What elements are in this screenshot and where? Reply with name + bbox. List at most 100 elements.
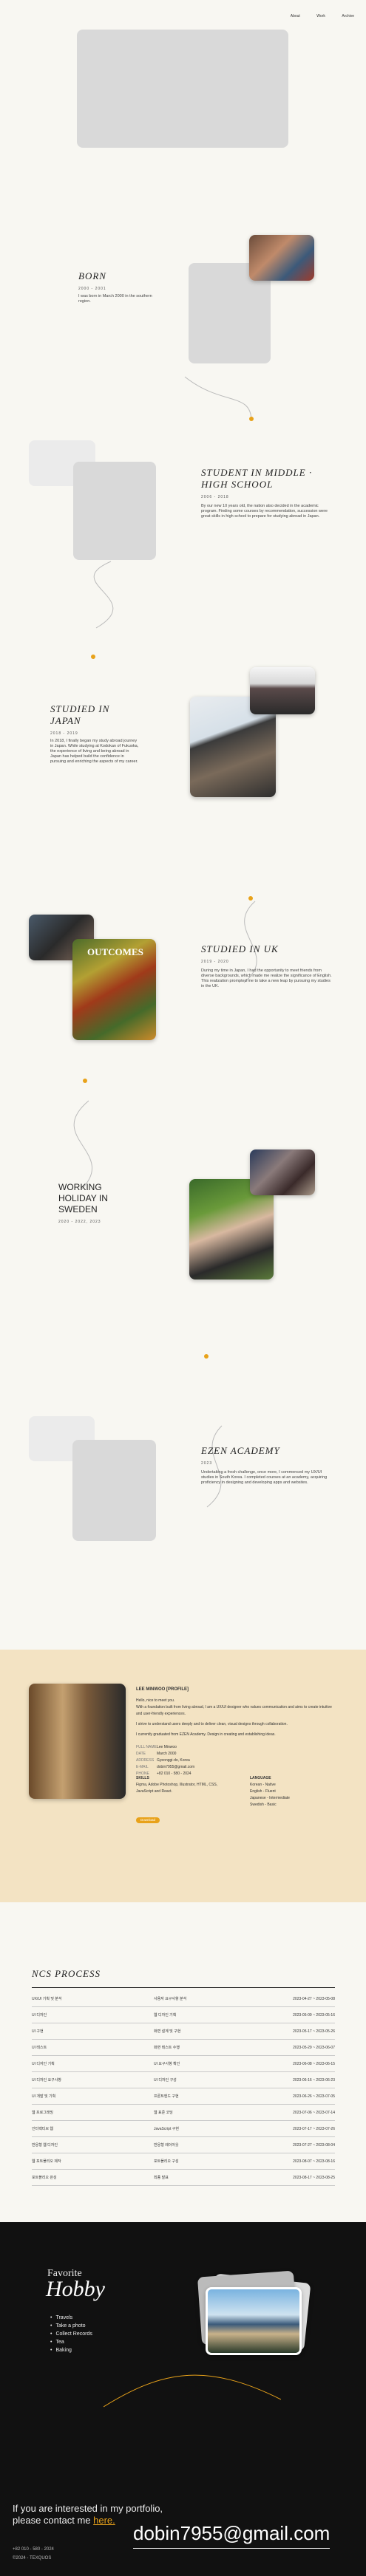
contact-line-1: If you are interested in my portfolio,: [13, 2503, 163, 2514]
japan-title: STUDIED IN JAPAN: [50, 703, 110, 726]
ncs-name: 웹 포트폴리오 제작: [32, 2159, 61, 2164]
ncs-detail: JavaScript 구현: [154, 2127, 179, 2131]
ncs-row: UI 디자인 웹 디자인 기획 2023-05-09 ~ 2023-05-16: [32, 2007, 335, 2023]
uk-date: 2019 - 2020: [201, 960, 229, 964]
ncs-detail: 최종 발표: [154, 2176, 169, 2180]
hobby-big-title: Hobby: [46, 2277, 105, 2301]
profile-field: ADDRESS Gyeonggi-do, Korea: [136, 1758, 190, 1763]
ncs-name: UI 디자인 기획: [32, 2062, 55, 2066]
japan-date: 2018 - 2019: [50, 731, 78, 736]
ncs-name: UI 구현: [32, 2029, 44, 2034]
copyright: ©2024 - TEXQUOS: [13, 2556, 52, 2560]
ncs-date: 2023-06-08 ~ 2023-06-15: [293, 2061, 335, 2066]
ncs-row: UI 디자인 기획 UI 요구사항 확인 2023-06-08 ~ 2023-06-…: [32, 2056, 335, 2072]
contact-here-link[interactable]: here.: [93, 2515, 115, 2526]
timeline-path: [73, 376, 257, 1508]
profile-name: LEE MINWOO [PROFILE]: [136, 1687, 189, 1692]
school-desc: By our new 10 years old, the nation also…: [201, 504, 328, 519]
footer-dark-section: Favorite Hobby Travels Take a photo Coll…: [0, 2222, 366, 2576]
profile-field: DATE March 2000: [136, 1752, 177, 1756]
contact-email[interactable]: dobin7955@gmail.com: [133, 2522, 331, 2549]
ncs-row: 인터랙티브 웹 JavaScript 구현 2023-07-17 ~ 2023-07…: [32, 2121, 335, 2137]
nav-about[interactable]: About: [291, 14, 300, 18]
timeline-dot: [83, 1079, 87, 1083]
hobby-list: Travels Take a photo Collect Records Tea…: [50, 2314, 92, 2354]
contact-phone: +82 010 - 580 - 2024: [13, 2547, 54, 2552]
nav-work[interactable]: Work: [316, 14, 325, 18]
born-title: BORN: [78, 270, 106, 281]
top-nav: About Work Archive: [277, 7, 354, 21]
ncs-row: UI 개발 및 기획 프론트엔드 구현 2023-06-26 ~ 2023-07-0…: [32, 2088, 335, 2105]
ncs-row: 웹 포트폴리오 제작 포트폴리오 구성 2023-08-07 ~ 2023-08-1…: [32, 2153, 335, 2170]
ncs-detail: 사용자 요구사항 분석: [154, 1997, 187, 2001]
language-item: Japanese - Intermediate: [250, 1796, 290, 1800]
school-date: 2006 - 2018: [201, 495, 229, 499]
born-desc: I was born in March 2000 in the southern…: [78, 294, 152, 304]
ncs-name: 인터랙티브 웹: [32, 2127, 53, 2131]
born-photo: [249, 235, 314, 281]
ncs-name: UX/UI 기획 및 분석: [32, 1997, 62, 2001]
ncs-date: 2023-08-17 ~ 2023-08-25: [293, 2175, 335, 2180]
ncs-row: UI 디자인 요구사항 UI 디자인 구성 2023-06-16 ~ 2023-06…: [32, 2072, 335, 2088]
sweden-date: 2020 - 2022, 2023: [58, 1220, 101, 1224]
school-title: STUDENT IN MIDDLE · HIGH SCHOOL: [201, 467, 313, 490]
ncs-detail: 웹 디자인 기획: [154, 2013, 177, 2018]
ezen-date: 2023: [201, 1461, 213, 1466]
ncs-date: 2023-07-27 ~ 2023-08-04: [293, 2142, 335, 2148]
ncs-detail: 웹 표준 코딩: [154, 2111, 173, 2115]
ncs-date: 2023-05-17 ~ 2023-05-26: [293, 2029, 335, 2034]
ncs-row: 반응형 웹 디자인 반응형 레이아웃 2023-07-27 ~ 2023-08-04: [32, 2137, 335, 2153]
ncs-date: 2023-06-26 ~ 2023-07-05: [293, 2094, 335, 2099]
ncs-name: 포트폴리오 완성: [32, 2176, 57, 2180]
ncs-date: 2023-05-09 ~ 2023-05-16: [293, 2012, 335, 2018]
hobby-item: Take a photo: [50, 2322, 92, 2330]
ncs-date: 2023-08-07 ~ 2023-08-16: [293, 2159, 335, 2164]
timeline-dot: [249, 417, 254, 421]
japan-desc: In 2018, I finally began my study abroad…: [50, 739, 139, 764]
language-item: Swedish - Basic: [250, 1803, 277, 1807]
uk-title: STUDIED IN UK: [201, 943, 279, 954]
language-item: English - Fluent: [250, 1789, 276, 1794]
ncs-row: 웹 프로그래밍 웹 표준 코딩 2023-07-06 ~ 2023-07-14: [32, 2105, 335, 2121]
nav-archive[interactable]: Archive: [342, 14, 354, 18]
profile-field: E-MAIL dobin7955@gmail.com: [136, 1765, 195, 1769]
ncs-name: UI 개발 및 기획: [32, 2094, 56, 2099]
ncs-name: UI 디자인 요구사항: [32, 2078, 61, 2083]
ezen-title: EZEN ACADEMY: [201, 1445, 280, 1456]
hobby-item: Baking: [50, 2346, 92, 2354]
ncs-name: UI 테스트: [32, 2046, 47, 2050]
japan-photo-group: [250, 667, 315, 714]
ncs-name: UI 디자인: [32, 2013, 47, 2018]
uk-photo-caption: OUTCOMES: [87, 946, 143, 957]
download-button[interactable]: Download: [136, 1817, 160, 1823]
ncs-row: 포트폴리오 완성 최종 발표 2023-08-17 ~ 2023-08-25: [32, 2170, 335, 2186]
ncs-detail: 포트폴리오 구성: [154, 2159, 179, 2164]
ncs-date: 2023-04-27 ~ 2023-05-08: [293, 1996, 335, 2001]
ncs-detail: 화면 설계 및 구현: [154, 2029, 181, 2034]
signature-curve: [104, 2374, 281, 2408]
ncs-detail: UI 요구사항 확인: [154, 2062, 180, 2066]
hobby-item: Collect Records: [50, 2330, 92, 2338]
ezen-image-placeholder: [72, 1440, 156, 1541]
skills-title: SKILLS: [136, 1776, 149, 1780]
ncs-detail: 프론트엔드 구현: [154, 2094, 179, 2099]
ncs-name: 반응형 웹 디자인: [32, 2143, 58, 2148]
ncs-title: NCS PROCESS: [32, 1968, 335, 1988]
profile-photo: [29, 1684, 126, 1799]
born-date: 2000 - 2001: [78, 287, 106, 291]
ezen-desc: Undertaking a fresh challenge, once more…: [201, 1470, 328, 1485]
uk-desc: During my time in Japan, I had the oppor…: [201, 968, 332, 988]
profile-intro-2: With a foundation built from living abro…: [136, 1705, 332, 1716]
sweden-title: WORKING HOLIDAY IN SWEDEN: [58, 1182, 108, 1214]
ncs-row: UI 테스트 화면 테스트 수행 2023-05-29 ~ 2023-06-07: [32, 2040, 335, 2056]
timeline-dot: [91, 655, 95, 659]
ncs-date: 2023-07-06 ~ 2023-07-14: [293, 2110, 335, 2115]
skills-desc: Figma, Adobe Photoshop, Illustrator, HTM…: [136, 1783, 218, 1794]
ncs-row: UI 구현 화면 설계 및 구현 2023-05-17 ~ 2023-05-26: [32, 2023, 335, 2040]
language-item: Korean - Native: [250, 1783, 276, 1787]
contact-line-2: please contact me: [13, 2515, 91, 2526]
ncs-date: 2023-06-16 ~ 2023-06-23: [293, 2077, 335, 2083]
ncs-detail: 화면 테스트 수행: [154, 2046, 180, 2050]
ncs-name: 웹 프로그래밍: [32, 2111, 53, 2115]
profile-intro-3: I strive to understand users deeply and …: [136, 1722, 288, 1726]
